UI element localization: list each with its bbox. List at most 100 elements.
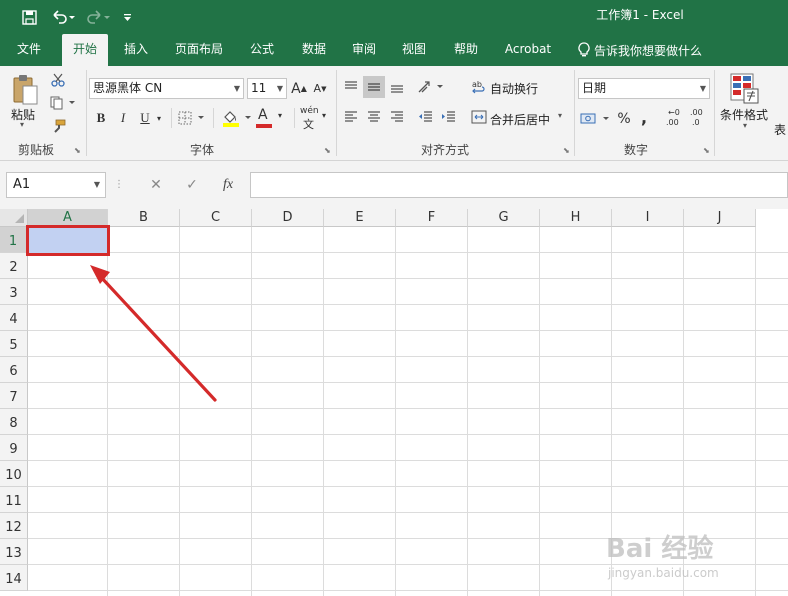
row-header-11[interactable]: 11 — [0, 487, 28, 513]
formula-input[interactable] — [250, 172, 788, 198]
tab-formulas[interactable]: 公式 — [242, 34, 282, 66]
paste-icon[interactable] — [8, 72, 42, 108]
clipboard-launcher-icon[interactable]: ⬊ — [74, 146, 83, 155]
redo-icon[interactable] — [84, 0, 114, 34]
copy-icon[interactable] — [48, 94, 78, 112]
cancel-button[interactable]: ✕ — [142, 172, 170, 198]
column-header-f[interactable]: F — [396, 209, 468, 227]
tab-data[interactable]: 数据 — [294, 34, 334, 66]
grow-font-button[interactable]: A ▲ — [290, 78, 308, 99]
bold-button[interactable]: B — [92, 108, 110, 128]
number-format-combo[interactable]: 日期 ▼ — [578, 78, 710, 99]
alignment-launcher-icon[interactable]: ⬊ — [563, 146, 572, 155]
paste-dropdown-icon[interactable]: ▾ — [20, 120, 24, 129]
font-launcher-icon[interactable]: ⬊ — [324, 146, 333, 155]
tab-view[interactable]: 视图 — [394, 34, 434, 66]
merge-center-icon[interactable] — [470, 106, 488, 128]
row-header-6[interactable]: 6 — [0, 357, 28, 383]
tab-page-layout[interactable]: 页面布局 — [168, 34, 230, 66]
insert-function-button[interactable]: fx — [214, 172, 242, 198]
align-center-icon[interactable] — [363, 106, 385, 128]
column-header-d[interactable]: D — [252, 209, 324, 227]
tab-acrobat[interactable]: Acrobat — [498, 34, 558, 66]
row-header-12[interactable]: 12 — [0, 513, 28, 539]
align-right-icon[interactable] — [386, 106, 408, 128]
align-bottom-icon[interactable] — [386, 76, 408, 98]
align-top-icon[interactable] — [340, 76, 362, 98]
watermark-logo: Bai 经验 — [606, 534, 714, 564]
column-header-j[interactable]: J — [684, 209, 756, 227]
column-header-h[interactable]: H — [540, 209, 612, 227]
fill-color-icon[interactable] — [220, 106, 254, 130]
font-color-button[interactable]: A ▾ — [254, 106, 288, 130]
undo-icon[interactable] — [48, 0, 78, 34]
decrease-indent-icon[interactable] — [414, 106, 436, 128]
column-header-b[interactable]: B — [108, 209, 180, 227]
row-header-5[interactable]: 5 — [0, 331, 28, 357]
ribbon-tabs: 文件 开始 插入 页面布局 公式 数据 审阅 视图 帮助 Acrobat 告诉我… — [0, 34, 788, 66]
save-icon[interactable] — [18, 0, 40, 34]
conditional-dropdown-icon[interactable]: ▾ — [743, 121, 747, 130]
percent-style-button[interactable]: % — [614, 108, 634, 130]
comma-style-button[interactable]: , — [636, 106, 652, 128]
alignment-group-label: 对齐方式 — [420, 143, 469, 157]
merge-center-button[interactable]: 合并后居中 — [490, 111, 550, 128]
row-header-9[interactable]: 9 — [0, 435, 28, 461]
column-header-g[interactable]: G — [468, 209, 540, 227]
number-launcher-icon[interactable]: ⬊ — [703, 146, 712, 155]
grid-column-line — [179, 227, 180, 596]
align-middle-icon[interactable] — [363, 76, 385, 98]
tell-me-search[interactable]: 告诉我你想要做什么 — [578, 34, 702, 66]
conditional-formatting-icon[interactable] — [728, 72, 762, 106]
format-as-table-button[interactable]: 表 — [774, 121, 786, 138]
phonetic-guide-button[interactable]: wén 文 ▾ — [298, 106, 332, 131]
tab-review[interactable]: 审阅 — [344, 34, 384, 66]
scissors-icon[interactable] — [48, 71, 68, 89]
increase-decimal-button[interactable]: ←0 .00 — [664, 106, 686, 132]
wrap-text-button[interactable]: 自动换行 — [490, 80, 538, 97]
wrap-text-icon[interactable]: ab — [470, 76, 488, 98]
tab-file[interactable]: 文件 — [8, 34, 50, 66]
row-header-8[interactable]: 8 — [0, 409, 28, 435]
svg-text:ab: ab — [472, 80, 482, 89]
select-all-button[interactable] — [0, 209, 28, 227]
group-divider — [714, 70, 715, 156]
title-bar: 工作簿1 - Excel — [0, 0, 788, 34]
customize-qat-icon[interactable] — [120, 0, 134, 34]
row-header-14[interactable]: 14 — [0, 565, 28, 591]
borders-icon[interactable] — [177, 108, 207, 128]
enter-button[interactable]: ✓ — [178, 172, 206, 198]
row-header-3[interactable]: 3 — [0, 279, 28, 305]
row-header-7[interactable]: 7 — [0, 383, 28, 409]
underline-button[interactable]: U — [136, 108, 154, 128]
align-left-icon[interactable] — [340, 106, 362, 128]
font-size-combo[interactable]: 11 ▼ — [247, 78, 287, 99]
column-header-e[interactable]: E — [324, 209, 396, 227]
tab-home[interactable]: 开始 — [62, 34, 108, 66]
row-header-13[interactable]: 13 — [0, 539, 28, 565]
underline-dropdown-icon[interactable]: ▾ — [154, 108, 164, 128]
tab-insert[interactable]: 插入 — [116, 34, 156, 66]
format-painter-icon[interactable] — [48, 117, 68, 135]
name-box[interactable]: A1 ▼ — [6, 172, 106, 198]
grid-row-line — [28, 434, 788, 435]
row-header-10[interactable]: 10 — [0, 461, 28, 487]
font-name-combo[interactable]: 思源黑体 CN ▼ — [89, 78, 244, 99]
increase-indent-icon[interactable] — [437, 106, 459, 128]
tab-help[interactable]: 帮助 — [446, 34, 486, 66]
grid-row-line — [28, 408, 788, 409]
grid-row-line — [28, 304, 788, 305]
row-header-1[interactable]: 1 — [0, 227, 28, 253]
shrink-font-button[interactable]: A ▼ — [311, 78, 329, 99]
decrease-decimal-button[interactable]: .00 .0 — [688, 106, 710, 132]
ribbon-home: 粘贴 ▾ 剪贴板 ⬊ 思源黑体 CN ▼ 11 ▼ A ▲ A ▼ B I U ▾ … — [0, 66, 788, 161]
column-header-c[interactable]: C — [180, 209, 252, 227]
italic-button[interactable]: I — [114, 108, 132, 128]
row-header-4[interactable]: 4 — [0, 305, 28, 331]
orientation-icon[interactable] — [416, 76, 446, 98]
column-header-i[interactable]: I — [612, 209, 684, 227]
row-header-2[interactable]: 2 — [0, 253, 28, 279]
accounting-format-icon[interactable] — [578, 108, 612, 130]
grid-column-line — [323, 227, 324, 596]
merge-dropdown-icon[interactable]: ▾ — [558, 111, 562, 120]
